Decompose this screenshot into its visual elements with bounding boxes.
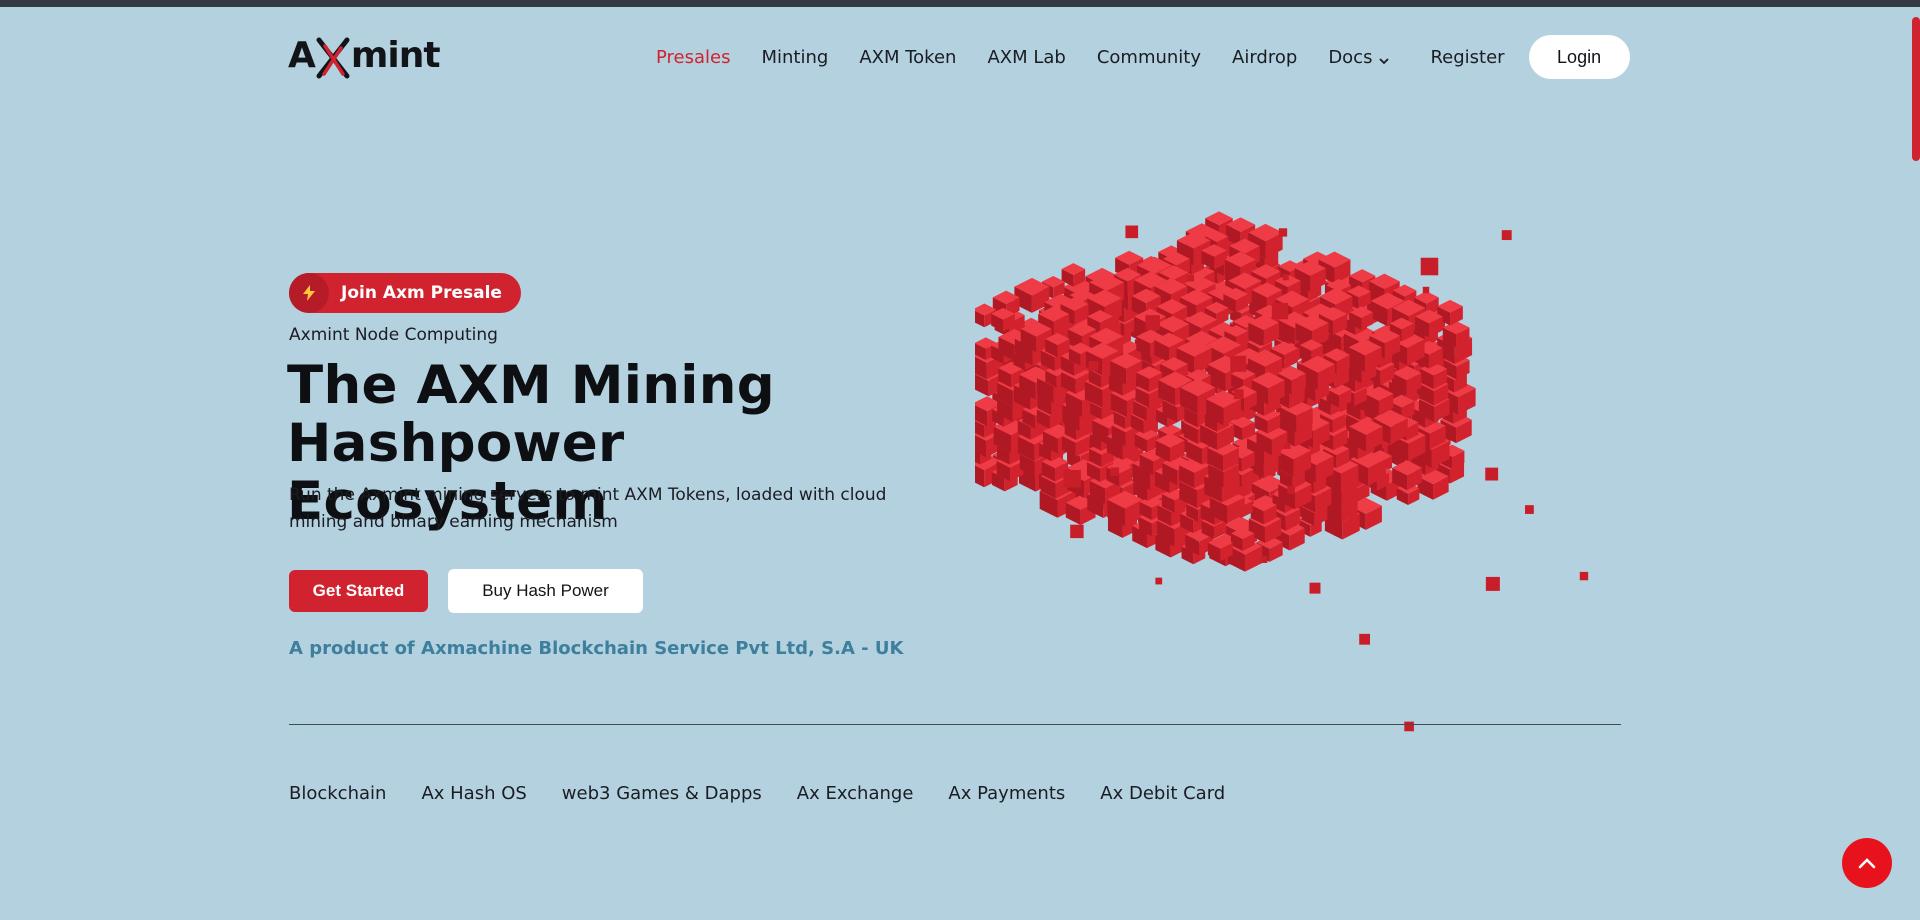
section-divider: [289, 724, 1621, 725]
voxel-particle: [1422, 286, 1430, 294]
service-web3-games-dapps[interactable]: web3 Games & Dapps: [562, 783, 762, 804]
voxel-particle: [1525, 505, 1534, 514]
register-link[interactable]: Register: [1430, 47, 1504, 68]
voxel-particle: [1278, 228, 1288, 237]
buy-hash-power-button[interactable]: Buy Hash Power: [448, 569, 643, 613]
nav-item-community[interactable]: Community: [1097, 47, 1201, 68]
voxel-particle: [1271, 303, 1289, 320]
voxel-particle: [1287, 486, 1295, 494]
chevron-up-icon: [1858, 854, 1876, 873]
voxel-particle: [1155, 577, 1163, 585]
nav-item-presales[interactable]: Presales: [656, 47, 730, 68]
login-button[interactable]: Login: [1528, 35, 1630, 79]
services-list: Blockchain Ax Hash OS web3 Games & Dapps…: [289, 783, 1260, 804]
nav-item-axm-lab[interactable]: AXM Lab: [987, 47, 1065, 68]
back-to-top-button[interactable]: [1842, 838, 1892, 888]
voxel-particle: [1145, 315, 1160, 330]
product-attribution: A product of Axmachine Blockchain Servic…: [289, 638, 904, 659]
main-nav: Presales Minting AXM Token AXM Lab Commu…: [656, 35, 1630, 79]
voxel-particle: [1309, 582, 1321, 594]
logo-wordmark: A mint: [288, 34, 441, 79]
service-ax-payments[interactable]: Ax Payments: [948, 783, 1065, 804]
logo-x-mark-icon: [316, 34, 350, 79]
presale-pill-label: Join Axm Presale: [341, 283, 502, 303]
scrollbar-thumb[interactable]: [1912, 17, 1920, 161]
nav-docs-label: Docs: [1328, 46, 1373, 68]
voxel-particle: [1485, 467, 1499, 481]
nav-item-minting[interactable]: Minting: [761, 47, 828, 68]
lightning-bolt-icon: [289, 273, 329, 313]
hero-eyebrow: Axmint Node Computing: [289, 325, 498, 345]
axmint-logo[interactable]: A mint: [288, 32, 441, 79]
get-started-button[interactable]: Get Started: [289, 570, 428, 612]
voxel-particle: [1125, 225, 1139, 239]
voxel-particle: [1230, 355, 1247, 372]
voxel-particle: [1282, 274, 1289, 281]
voxel-particle: [1485, 576, 1500, 591]
browser-top-bar: [0, 0, 1920, 7]
voxel-particle: [1110, 467, 1120, 477]
nav-item-airdrop[interactable]: Airdrop: [1232, 47, 1297, 68]
service-ax-debit-card[interactable]: Ax Debit Card: [1100, 783, 1225, 804]
service-ax-hash-os[interactable]: Ax Hash OS: [421, 783, 526, 804]
voxel-particle: [1284, 442, 1291, 449]
page-scrollbar[interactable]: [1912, 7, 1920, 920]
voxel-particle: [1088, 361, 1099, 371]
voxel-particle: [1359, 633, 1371, 645]
service-blockchain[interactable]: Blockchain: [289, 783, 386, 804]
service-ax-exchange[interactable]: Ax Exchange: [797, 783, 914, 804]
voxel-particle: [1233, 389, 1244, 400]
voxel-particle: [1063, 469, 1081, 488]
nav-item-docs-dropdown[interactable]: Docs: [1328, 47, 1390, 68]
voxel-cube-illustration: [966, 148, 1625, 768]
voxel-particle: [1420, 257, 1439, 276]
voxel-particle: [1070, 524, 1084, 539]
voxel-particle: [1579, 571, 1589, 581]
hero-subtext: Run the Axmint mining servers to mint AX…: [289, 485, 887, 532]
voxel-particle: [1187, 274, 1195, 282]
join-presale-button[interactable]: Join Axm Presale: [289, 273, 521, 313]
voxel-particle: [1501, 230, 1512, 241]
voxel-particle: [1260, 556, 1268, 563]
headline-line-1: The AXM Mining: [287, 355, 776, 416]
chevron-down-icon: [1378, 51, 1390, 65]
nav-item-axm-token[interactable]: AXM Token: [859, 47, 956, 68]
